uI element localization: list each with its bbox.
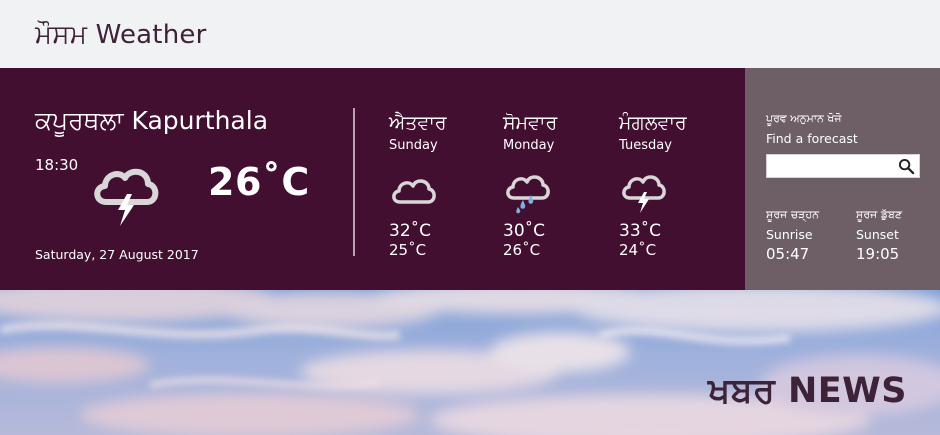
sunrise-label-punjabi: ਸੂਰਜ ਚੜ੍ਹਨ — [766, 208, 820, 221]
current-weather-panel: ਕਪੂਰਥਲਾ Kapurthala 18:30 26˚C Saturday, … — [0, 68, 745, 290]
news-banner[interactable]: ਖਬਰ NEWS — [0, 290, 940, 435]
forecast-day-punjabi: ਮੰਗਲਵਾਰ — [619, 112, 687, 134]
search-input[interactable] — [767, 155, 895, 177]
forecast-day-english: Tuesday — [619, 138, 672, 153]
forecast-low: 24˚C — [619, 241, 657, 259]
forecast-search-panel: ਪੂਰਵ ਅਨੁਮਾਨ ਖੋਜੋ Find a forecast ਸੂਰਜ ਚੜ… — [745, 68, 940, 290]
city-title: ਕਪੂਰਥਲਾ Kapurthala — [35, 106, 269, 135]
forecast-day-sunday: ਐਤਵਾਰ Sunday 32˚C 25˚C — [389, 112, 499, 259]
forecast-high: 32˚C — [389, 221, 432, 241]
search-box — [766, 154, 920, 178]
divider — [353, 108, 355, 256]
forecast-high: 30˚C — [503, 221, 546, 241]
forecast-day-tuesday: ਮੰਗਲਵਾਰ Tuesday 33˚C 24˚C — [619, 112, 729, 259]
current-time: 18:30 — [35, 156, 79, 174]
search-icon[interactable] — [898, 158, 915, 175]
cloud-icon — [392, 179, 436, 204]
sky-image — [0, 290, 940, 435]
forecast-low: 26˚C — [503, 241, 541, 259]
thunderstorm-icon — [622, 175, 666, 213]
top-bar: ਮੌਸਮ Weather — [0, 0, 940, 68]
sunrise-time: 05:47 — [766, 245, 810, 263]
sunrise-label-english: Sunrise — [766, 227, 813, 242]
forecast-high: 33˚C — [619, 221, 662, 241]
sunset-time: 19:05 — [856, 245, 900, 263]
rain-cloud-icon — [506, 175, 550, 214]
forecast-low: 25˚C — [389, 241, 427, 259]
news-title[interactable]: ਖਬਰ NEWS — [708, 371, 907, 411]
forecast-day-punjabi: ਐਤਵਾਰ — [389, 112, 447, 134]
forecast-day-english: Sunday — [389, 138, 438, 153]
sunset-label-punjabi: ਸੂਰਜ ਡੁੱਬਣ — [856, 208, 903, 221]
search-label-punjabi: ਪੂਰਵ ਅਨੁਮਾਨ ਖੋਜੋ — [766, 112, 842, 125]
forecast-day-punjabi: ਸੋਮਵਾਰ — [503, 112, 558, 134]
search-label-english: Find a forecast — [766, 131, 858, 146]
sunset-label-english: Sunset — [856, 227, 899, 242]
thunderstorm-icon — [94, 168, 159, 226]
forecast-day-english: Monday — [503, 138, 555, 153]
current-temperature: 26˚C — [208, 160, 310, 204]
sunrise-info: ਸੂਰਜ ਚੜ੍ਹਨ Sunrise 05:47 — [766, 208, 819, 263]
app-title: ਮੌਸਮ Weather — [35, 20, 207, 50]
sunset-info: ਸੂਰਜ ਡੁੱਬਣ Sunset 19:05 — [856, 208, 902, 263]
current-date: Saturday, 27 August 2017 — [35, 247, 199, 262]
forecast-day-monday: ਸੋਮਵਾਰ Monday 30˚C 26˚C — [503, 112, 613, 259]
